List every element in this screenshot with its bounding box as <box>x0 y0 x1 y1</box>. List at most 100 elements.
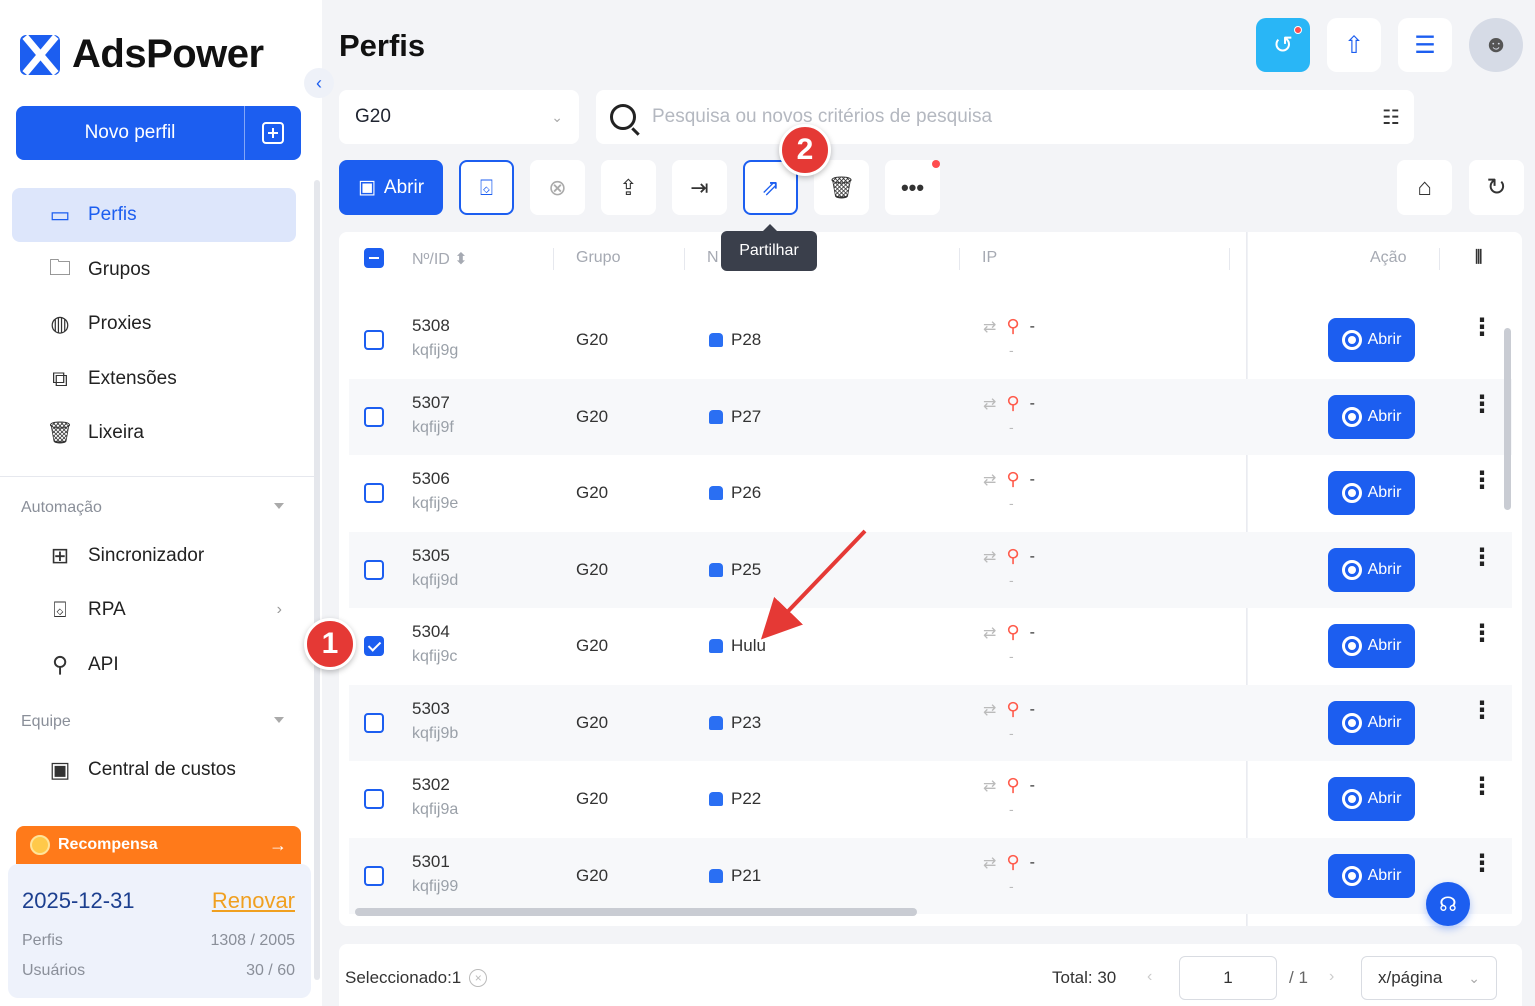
team-section-toggle[interactable]: Equipe <box>21 713 286 731</box>
logo[interactable]: AdsPower <box>20 32 264 77</box>
table-row[interactable]: 5307 kqfij9f G20 P27 ⇄ ⚲ - - Abrir ⋮ <box>349 379 1512 455</box>
clear-selection-icon[interactable]: × <box>469 969 488 987</box>
new-profile-button[interactable]: Novo perfil <box>16 106 301 160</box>
upgrade-button[interactable]: ⇧ <box>1327 18 1381 72</box>
plan-card: 2025-12-31 Renovar Perfis 1308 / 2005 Us… <box>8 864 311 998</box>
row-more-icon[interactable]: ⋮ <box>1470 469 1494 493</box>
reward-label: Recompensa <box>58 836 158 853</box>
row-checkbox[interactable] <box>364 407 384 427</box>
proxy-switch-icon[interactable]: ⇄ <box>983 776 996 796</box>
support-chat-button[interactable]: ☊ <box>1426 882 1470 926</box>
sidebar-item-extensions[interactable]: ⧉ Extensões <box>12 352 296 406</box>
profile-id[interactable]: kqfij9e <box>412 495 458 513</box>
caret-down-icon <box>274 717 284 723</box>
open-profile-button[interactable]: Abrir <box>1328 777 1415 821</box>
open-profile-button[interactable]: Abrir <box>1328 854 1415 898</box>
table-row[interactable]: 5303 kqfij9b G20 P23 ⇄ ⚲ - - Abrir ⋮ <box>349 685 1512 761</box>
profile-id[interactable]: kqfij9g <box>412 342 458 360</box>
proxy-switch-icon[interactable]: ⇄ <box>983 853 996 873</box>
sidebar-item-rpa[interactable]: ⌺ RPA › <box>12 583 296 637</box>
proxy-switch-icon[interactable]: ⇄ <box>983 700 996 720</box>
open-selected-button[interactable]: ▣ Abrir <box>339 160 443 215</box>
batch-create-button[interactable] <box>245 106 301 160</box>
sidebar-item-trash[interactable]: 🗑 Lixeira <box>12 406 296 460</box>
vertical-scrollbar[interactable] <box>1504 328 1511 510</box>
automation-section-toggle[interactable]: Automação <box>21 499 286 517</box>
sidebar-item-api[interactable]: ⚲ API <box>12 638 296 692</box>
table-row[interactable]: 5302 kqfij9a G20 P22 ⇄ ⚲ - - Abrir ⋮ <box>349 761 1512 837</box>
page-size-select[interactable]: x/página ⌄ <box>1361 956 1497 1000</box>
proxy-switch-icon[interactable]: ⇄ <box>983 394 996 414</box>
profile-id[interactable]: kqfij9f <box>412 419 454 437</box>
open-profile-button[interactable]: Abrir <box>1328 701 1415 745</box>
row-checkbox[interactable] <box>364 789 384 809</box>
reward-banner[interactable]: Recompensa → <box>16 826 301 864</box>
column-settings-icon[interactable]: ⫼ <box>1475 249 1482 267</box>
proxy-switch-icon[interactable]: ⇄ <box>983 623 996 643</box>
row-more-icon[interactable]: ⋮ <box>1470 852 1494 876</box>
column-header-id[interactable]: Nº/ID ⬍ <box>412 249 468 269</box>
open-profile-button[interactable]: Abrir <box>1328 395 1415 439</box>
sidebar-item-groups[interactable]: 🗀 Grupos <box>12 243 296 297</box>
open-profile-button[interactable]: Abrir <box>1328 624 1415 668</box>
group-select[interactable]: G20 ⌄ <box>339 90 579 144</box>
horizontal-scrollbar[interactable] <box>355 908 917 916</box>
table-row[interactable]: 5305 kqfij9d G20 P25 ⇄ ⚲ - - Abrir ⋮ <box>349 532 1512 608</box>
transfer-button[interactable]: ⇥ <box>672 160 727 215</box>
search-input[interactable] <box>652 106 1367 128</box>
row-more-icon[interactable]: ⋮ <box>1470 622 1494 646</box>
sidebar-item-synchronizer[interactable]: ⊞ Sincronizador <box>12 529 296 583</box>
prev-page-icon[interactable]: ‹ <box>1147 968 1152 986</box>
user-avatar[interactable]: ☻ <box>1469 18 1523 72</box>
renew-link[interactable]: Renovar <box>212 888 295 914</box>
row-checkbox[interactable] <box>364 636 384 656</box>
export-button[interactable]: ⇪ <box>601 160 656 215</box>
select-all-checkbox[interactable] <box>364 248 384 268</box>
page-number-input[interactable] <box>1179 956 1277 1000</box>
row-checkbox[interactable] <box>364 560 384 580</box>
open-profile-button[interactable]: Abrir <box>1328 318 1415 362</box>
row-more-icon[interactable]: ⋮ <box>1470 316 1494 340</box>
table-row[interactable]: 5301 kqfij99 G20 P21 ⇄ ⚲ - - Abrir ⋮ <box>349 838 1512 914</box>
row-checkbox[interactable] <box>364 713 384 733</box>
row-more-icon[interactable]: ⋮ <box>1470 546 1494 570</box>
profile-id[interactable]: kqfij9a <box>412 801 458 819</box>
table-row[interactable]: 5306 kqfij9e G20 P26 ⇄ ⚲ - - Abrir ⋮ <box>349 455 1512 531</box>
sidebar-item-cost-center[interactable]: ▣ Central de custos <box>12 743 296 797</box>
collapse-sidebar-button[interactable]: ‹ <box>304 68 334 98</box>
column-header-name: N <box>707 249 719 266</box>
sidebar-item-profiles[interactable]: ▭ Perfis <box>12 188 296 242</box>
row-checkbox[interactable] <box>364 866 384 886</box>
sidebar-scrollbar[interactable] <box>314 180 320 980</box>
row-more-icon[interactable]: ⋮ <box>1470 393 1494 417</box>
refresh-button[interactable]: ↻ <box>1469 160 1524 215</box>
row-more-icon[interactable]: ⋮ <box>1470 775 1494 799</box>
proxy-switch-icon[interactable]: ⇄ <box>983 547 996 567</box>
checkbox-icon <box>364 560 384 580</box>
task-list-button[interactable]: ☰ <box>1398 18 1452 72</box>
sidebar-item-proxies[interactable]: ◍ Proxies <box>12 297 296 351</box>
next-page-icon[interactable]: › <box>1329 968 1334 986</box>
column-divider <box>959 248 960 270</box>
proxy-switch-icon[interactable]: ⇄ <box>983 317 996 337</box>
rpa-run-button[interactable]: ⌺ <box>459 160 514 215</box>
row-checkbox[interactable] <box>364 330 384 350</box>
tag-button[interactable]: ⌂ <box>1397 160 1452 215</box>
profile-id[interactable]: kqfij9d <box>412 572 458 590</box>
client-app-button[interactable]: ↺ <box>1256 18 1310 72</box>
proxy-switch-icon[interactable]: ⇄ <box>983 470 996 490</box>
profile-id[interactable]: kqfij9b <box>412 725 458 743</box>
table-row[interactable]: 5304 kqfij9c G20 Hulu ⇄ ⚲ - - Abrir ⋮ <box>349 608 1512 684</box>
table-row[interactable]: 5308 kqfij9g G20 P28 ⇄ ⚲ - - Abrir ⋮ <box>349 302 1512 378</box>
more-actions-button[interactable]: ••• <box>885 160 940 215</box>
new-profile-label[interactable]: Novo perfil <box>16 106 244 160</box>
open-profile-button[interactable]: Abrir <box>1328 471 1415 515</box>
close-browser-button[interactable]: ⊗ <box>530 160 585 215</box>
profile-id[interactable]: kqfij99 <box>412 878 458 896</box>
row-checkbox[interactable] <box>364 483 384 503</box>
open-profile-button[interactable]: Abrir <box>1328 548 1415 592</box>
avatar-icon: ☻ <box>1483 31 1509 58</box>
profile-id[interactable]: kqfij9c <box>412 648 457 666</box>
row-more-icon[interactable]: ⋮ <box>1470 699 1494 723</box>
filter-sliders-icon[interactable]: ☷ <box>1382 105 1400 130</box>
